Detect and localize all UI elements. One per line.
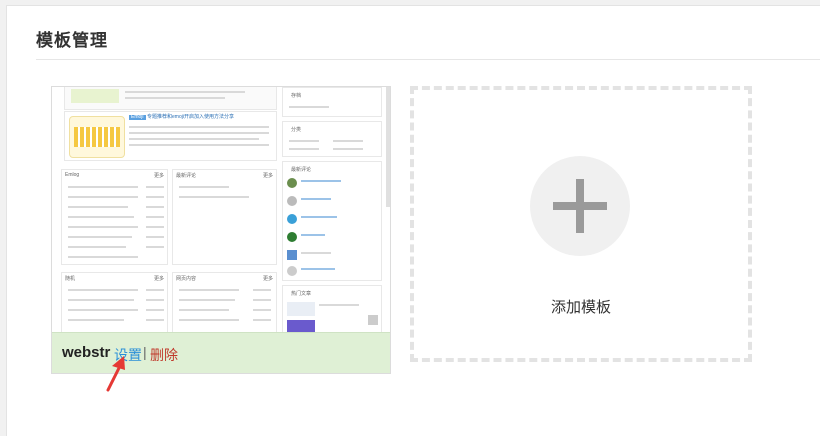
annotation-arrow-icon (106, 356, 125, 392)
preview-section-random: 随机 更多 (61, 272, 168, 332)
preview-scroll-top-icon (368, 315, 378, 325)
template-card: Emoji 专题推荐和emoji开启加入使用方法分享 Emlog 更多 最新评论… (51, 86, 391, 374)
preview-sidebar-category: 分类 (282, 121, 382, 157)
article-badge: Emoji (129, 114, 146, 120)
title-divider (36, 59, 820, 60)
preview-section-emlog: Emlog 更多 (61, 169, 168, 265)
page-title: 模板管理 (36, 31, 108, 50)
preview-scrollbar (386, 87, 390, 207)
emoji-image (69, 116, 125, 158)
template-preview-thumbnail[interactable]: Emoji 专题推荐和emoji开启加入使用方法分享 Emlog 更多 最新评论… (52, 87, 390, 332)
preview-image (71, 89, 119, 103)
add-template-label: 添加模板 (550, 299, 611, 316)
add-template-button[interactable]: 添加模板 (410, 86, 752, 362)
preview-section-web: 网页内容 更多 (172, 272, 277, 332)
preview-sidebar-comments: 最新评论 (282, 161, 382, 281)
article-title: 专题推荐和emoji开启加入使用方法分享 (147, 114, 234, 120)
preview-article: Emoji 专题推荐和emoji开启加入使用方法分享 (64, 111, 277, 161)
preview-banner (64, 87, 277, 110)
preview-sidebar-archive: 存档 (282, 87, 382, 117)
delete-link[interactable]: 删除 (150, 345, 178, 365)
plus-icon (530, 156, 630, 256)
preview-section-comments: 最新评论 更多 (172, 169, 277, 265)
preview-sidebar-hot: 热门文章 (282, 285, 382, 332)
link-separator: | (143, 344, 147, 360)
